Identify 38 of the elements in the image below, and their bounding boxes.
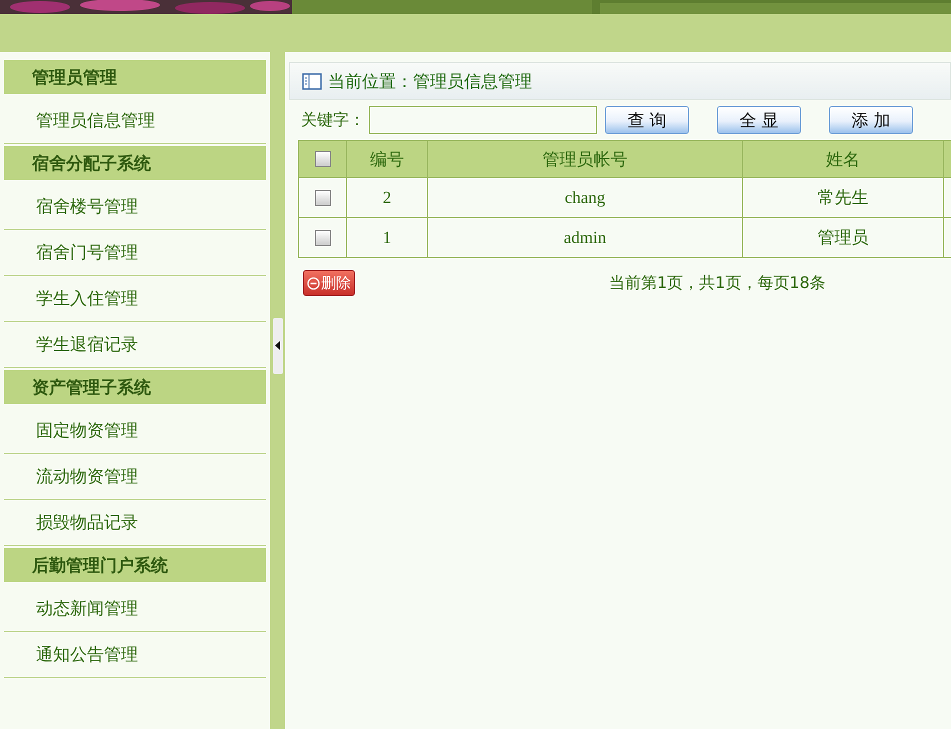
column-header: 编号	[346, 140, 428, 178]
table-cell: 1	[346, 218, 428, 258]
sidebar-item[interactable]: 管理员信息管理	[4, 98, 266, 144]
sidebar-item[interactable]: 宿舍楼号管理	[4, 184, 266, 230]
sidebar-item[interactable]: 通知公告管理	[4, 632, 266, 678]
minus-circle-icon	[307, 276, 320, 290]
toolbar-button[interactable]: 全 显	[717, 106, 801, 134]
breadcrumb-text: 当前位置：管理员信息管理	[328, 70, 532, 92]
table-cell: 管理员	[742, 218, 944, 258]
sidebar-item[interactable]: 学生入住管理	[4, 276, 266, 322]
collapse-arrow-icon	[275, 341, 280, 350]
column-header: 管理员帐号	[428, 140, 742, 178]
table-cell: 常先生	[742, 178, 944, 218]
sidebar-item[interactable]: 动态新闻管理	[4, 586, 266, 632]
select-all-checkbox[interactable]	[314, 151, 330, 168]
delete-button[interactable]: 删除	[303, 270, 355, 296]
row-checkbox[interactable]	[314, 190, 330, 206]
sidebar-item[interactable]: 学生退宿记录	[4, 322, 266, 368]
sidebar-item[interactable]: 固定物资管理	[4, 408, 266, 454]
keyword-field[interactable]	[369, 106, 597, 134]
column-header: 姓名	[742, 140, 944, 178]
sidebar-group-header[interactable]: 管理员管理	[4, 60, 266, 94]
sidebar-group-header[interactable]: 资产管理子系统	[4, 370, 266, 404]
table-cell: admin	[428, 218, 742, 258]
collapse-handle[interactable]	[272, 318, 282, 374]
toolbar-button[interactable]: 添 加	[829, 106, 913, 134]
sidebar-group-header[interactable]: 后勤管理门户系统	[4, 548, 266, 582]
sidebar-item[interactable]: 流动物资管理	[4, 454, 266, 500]
table-cell: 2	[346, 178, 428, 218]
row-checkbox[interactable]	[314, 230, 330, 246]
pagination-info: 当前第1页，共1页，每页18条	[609, 272, 826, 294]
table-cell: chang	[428, 178, 742, 218]
panel-icon	[302, 72, 322, 90]
sidebar-group-header[interactable]: 宿舍分配子系统	[4, 146, 266, 180]
toolbar-button[interactable]: 查 询	[605, 106, 689, 134]
sidebar-item[interactable]: 损毁物品记录	[4, 500, 266, 546]
sidebar-item[interactable]: 宿舍门号管理	[4, 230, 266, 276]
keyword-label: 关键字：	[301, 110, 365, 130]
